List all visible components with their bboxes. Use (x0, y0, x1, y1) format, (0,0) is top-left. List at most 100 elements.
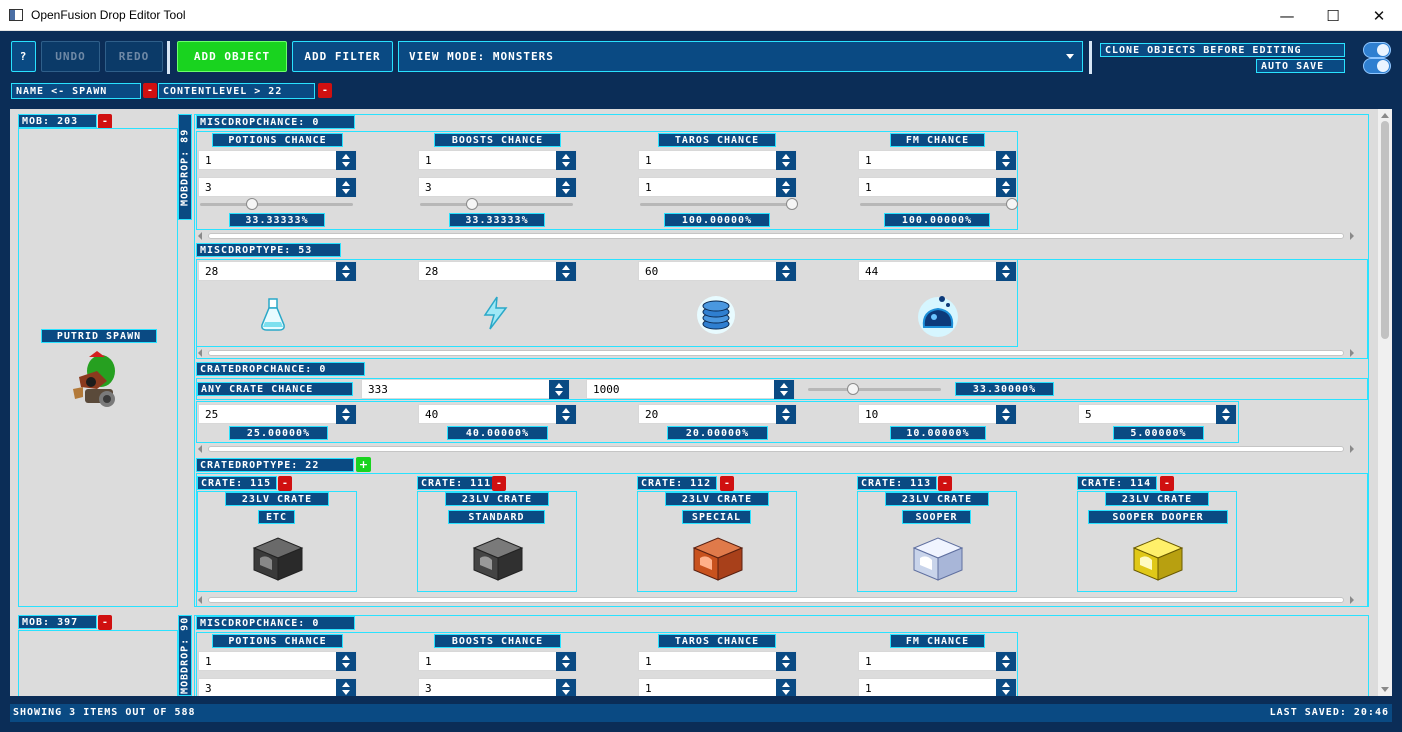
fm-total-input[interactable]: 1 (858, 177, 1017, 197)
spin-arrows-icon[interactable] (996, 262, 1016, 281)
crate-card[interactable]: 23Lv CRATE ETC (197, 491, 357, 592)
horizontal-scrollbar[interactable] (196, 231, 1356, 241)
remove-filter-button[interactable]: - (318, 83, 332, 98)
spin-arrows-icon[interactable] (556, 652, 576, 671)
crate-chance-input[interactable]: 20 (638, 404, 797, 424)
remove-crate-button[interactable]: - (1160, 476, 1174, 491)
remove-crate-button[interactable]: - (938, 476, 952, 491)
boosts-total-input[interactable]: 3 (418, 177, 577, 197)
fm-total-input[interactable]: 1 (858, 678, 1017, 696)
undo-button[interactable]: Undo (41, 41, 100, 72)
minimize-button[interactable]: — (1264, 0, 1310, 31)
spin-arrows-icon[interactable] (776, 405, 796, 424)
spin-arrows-icon[interactable] (556, 178, 576, 197)
add-crate-button[interactable]: + (356, 457, 371, 472)
crate-card[interactable]: 23Lv CRATE STANDARD (417, 491, 577, 592)
crate-chance-input[interactable]: 40 (418, 404, 577, 424)
spin-arrows-icon[interactable] (776, 679, 796, 696)
taros-chance-slider[interactable] (640, 198, 798, 210)
boosts-chance-input[interactable]: 1 (418, 651, 577, 671)
spin-arrows-icon[interactable] (996, 679, 1016, 696)
remove-filter-button[interactable]: - (143, 83, 157, 98)
spin-arrows-icon[interactable] (776, 178, 796, 197)
clone-objects-toggle[interactable] (1363, 42, 1391, 58)
add-filter-button[interactable]: Add Filter (292, 41, 393, 72)
add-object-button[interactable]: Add Object (177, 41, 287, 72)
spin-arrows-icon[interactable] (1216, 405, 1236, 424)
horizontal-scrollbar[interactable] (196, 444, 1356, 454)
potions-chance-input[interactable]: 1 (198, 651, 357, 671)
boosts-chance-slider[interactable] (420, 198, 573, 210)
help-button[interactable]: ? (11, 41, 36, 72)
crate-chance-input[interactable]: 5 (1078, 404, 1237, 424)
view-mode-select[interactable]: View Mode: Monsters (398, 41, 1083, 72)
spin-arrows-icon[interactable] (776, 262, 796, 281)
spin-arrows-icon[interactable] (996, 405, 1016, 424)
spin-arrows-icon[interactable] (549, 380, 569, 399)
remove-mob-button[interactable]: - (98, 114, 112, 129)
spin-arrows-icon[interactable] (776, 652, 796, 671)
potion-type-input[interactable]: 28 (198, 261, 357, 281)
horizontal-scrollbar[interactable] (196, 348, 1356, 358)
mob-card[interactable]: Putrid Spawn (18, 128, 178, 607)
maximize-button[interactable]: ☐ (1310, 0, 1356, 31)
boosts-chance-input[interactable]: 1 (418, 150, 577, 170)
crate-card[interactable]: 23Lv CRATE SPECIAL (637, 491, 797, 592)
taros-type-input[interactable]: 60 (638, 261, 797, 281)
boosts-total-input[interactable]: 3 (418, 678, 577, 696)
slider-knob[interactable] (1006, 198, 1018, 210)
potions-chance-slider[interactable] (200, 198, 353, 210)
fm-chance-slider[interactable] (860, 198, 1018, 210)
potions-total-input[interactable]: 3 (198, 678, 357, 696)
potions-total-input[interactable]: 3 (198, 177, 357, 197)
spin-arrows-icon[interactable] (556, 679, 576, 696)
slider-knob[interactable] (786, 198, 798, 210)
crate-chance-input[interactable]: 25 (198, 404, 357, 424)
crate-card[interactable]: 23Lv CRATE SOOPER (857, 491, 1017, 592)
scrollbar-thumb[interactable] (1381, 121, 1389, 339)
taros-total-input[interactable]: 1 (638, 678, 797, 696)
spin-arrows-icon[interactable] (336, 652, 356, 671)
fm-chance-input[interactable]: 1 (858, 651, 1017, 671)
fm-type-input[interactable]: 44 (858, 261, 1017, 281)
spin-arrows-icon[interactable] (336, 679, 356, 696)
potions-chance-input[interactable]: 1 (198, 150, 357, 170)
spin-arrows-icon[interactable] (774, 380, 794, 399)
any-crate-chance-input[interactable]: 333 (361, 379, 570, 399)
spin-arrows-icon[interactable] (996, 652, 1016, 671)
any-crate-chance-slider[interactable] (808, 383, 941, 395)
taros-total-input[interactable]: 1 (638, 177, 797, 197)
fm-chance-input[interactable]: 1 (858, 150, 1017, 170)
spin-arrows-icon[interactable] (996, 178, 1016, 197)
scroll-down-icon[interactable] (1381, 687, 1389, 692)
spin-arrows-icon[interactable] (336, 151, 356, 170)
remove-crate-button[interactable]: - (492, 476, 506, 491)
slider-knob[interactable] (466, 198, 478, 210)
auto-save-toggle[interactable] (1363, 58, 1391, 74)
scroll-up-icon[interactable] (1381, 113, 1389, 118)
spin-arrows-icon[interactable] (336, 405, 356, 424)
boost-type-input[interactable]: 28 (418, 261, 577, 281)
horizontal-scrollbar[interactable] (196, 595, 1356, 605)
spin-arrows-icon[interactable] (556, 151, 576, 170)
slider-knob[interactable] (246, 198, 258, 210)
vertical-scrollbar[interactable] (1378, 109, 1392, 696)
redo-button[interactable]: Redo (105, 41, 163, 72)
crate-card[interactable]: 23Lv CRATE SOOPER DOOPER (1077, 491, 1237, 592)
spin-arrows-icon[interactable] (776, 151, 796, 170)
taros-chance-input[interactable]: 1 (638, 651, 797, 671)
spin-arrows-icon[interactable] (996, 151, 1016, 170)
remove-crate-button[interactable]: - (278, 476, 292, 491)
close-button[interactable]: ✕ (1356, 0, 1402, 31)
taros-chance-input[interactable]: 1 (638, 150, 797, 170)
mob-card[interactable] (18, 630, 178, 696)
any-crate-total-input[interactable]: 1000 (586, 379, 795, 399)
spin-arrows-icon[interactable] (336, 178, 356, 197)
slider-knob[interactable] (847, 383, 859, 395)
remove-crate-button[interactable]: - (720, 476, 734, 491)
spin-arrows-icon[interactable] (556, 405, 576, 424)
spin-arrows-icon[interactable] (556, 262, 576, 281)
remove-mob-button[interactable]: - (98, 615, 112, 630)
spin-arrows-icon[interactable] (336, 262, 356, 281)
crate-chance-input[interactable]: 10 (858, 404, 1017, 424)
